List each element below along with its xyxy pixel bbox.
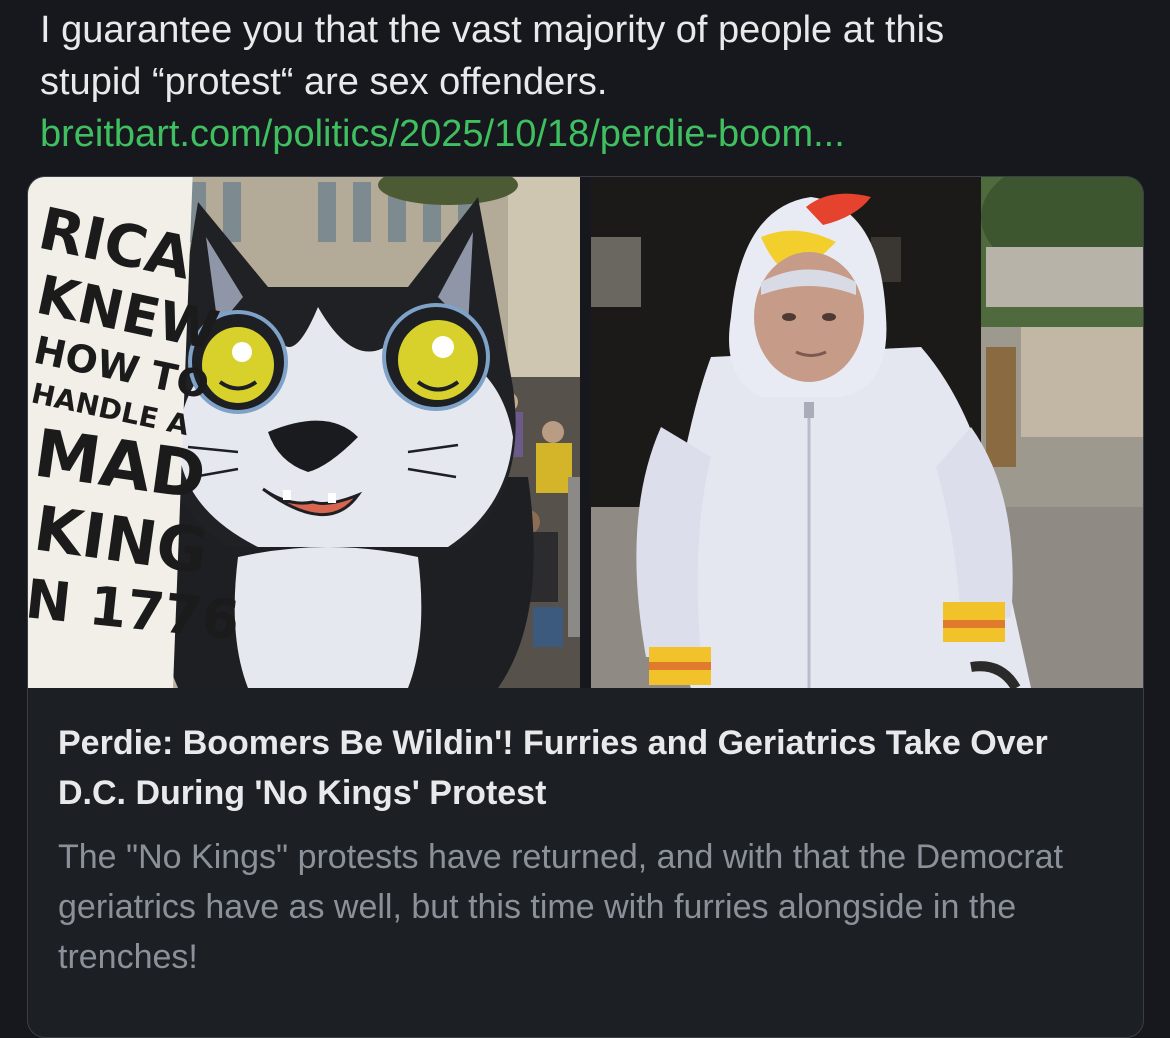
post: I guarantee you that the vast majority o… — [40, 4, 1140, 160]
card-description: The "No Kings" protests have returned, a… — [58, 838, 1063, 976]
cat-costume-photo: RICA KNEW HOW TO HANDLE A MAD KING N 177… — [28, 177, 580, 688]
card-title: Perdie: Boomers Be Wildin'! Furries and … — [58, 724, 1048, 812]
post-text: I guarantee you that the vast majority o… — [40, 9, 945, 103]
card-image[interactable]: RICA KNEW HOW TO HANDLE A MAD KING N 177… — [28, 177, 1143, 688]
card-body: Perdie: Boomers Be Wildin'! Furries and … — [28, 688, 1143, 982]
image-divider — [580, 177, 591, 688]
chicken-costume-photo — [591, 177, 1143, 688]
cat-costume-illustration: RICA KNEW HOW TO HANDLE A MAD KING N 177… — [28, 177, 580, 688]
article-link[interactable]: breitbart.com/politics/2025/10/18/perdie… — [40, 108, 1140, 160]
link-preview-card[interactable]: RICA KNEW HOW TO HANDLE A MAD KING N 177… — [27, 176, 1144, 1038]
chicken-costume-illustration — [591, 177, 1143, 688]
